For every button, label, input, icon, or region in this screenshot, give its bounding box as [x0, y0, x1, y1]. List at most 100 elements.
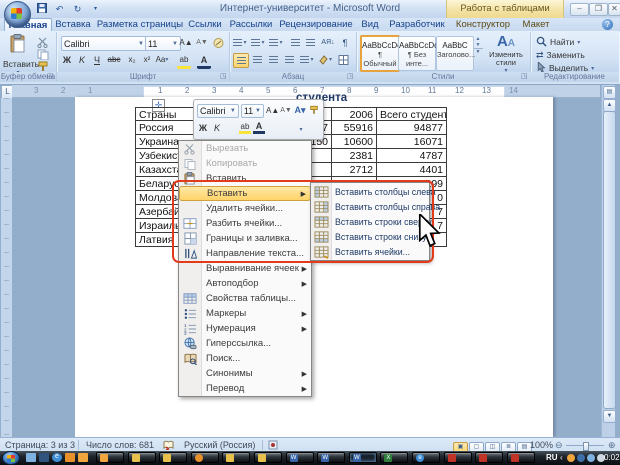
tab-5[interactable]: Рассылки	[226, 18, 276, 31]
taskbar-button-4[interactable]	[191, 452, 219, 463]
mini-font-color-button[interactable]: А	[253, 121, 265, 134]
taskbar-button-1[interactable]	[96, 452, 124, 463]
mini-highlight-button[interactable]: ab	[239, 122, 251, 134]
mini-format-painter-button[interactable]	[308, 105, 320, 117]
zoom-slider-thumb[interactable]	[583, 442, 589, 451]
increase-indent-button[interactable]	[303, 36, 317, 49]
style-preview-3[interactable]: AaBbCЗаголово...	[436, 36, 474, 71]
vertical-scrollbar[interactable]: ▤ ▲ ▼	[601, 85, 615, 437]
context-menu-item-1[interactable]: Вырезать	[179, 141, 311, 156]
taskbar-button-8[interactable]: W	[317, 452, 345, 463]
multilevel-list-button[interactable]: ▾	[269, 36, 283, 49]
tab-6[interactable]: Рецензирование	[276, 18, 356, 31]
quicklaunch-show-desktop-icon[interactable]	[26, 453, 36, 462]
context-menu-item-9[interactable]: Выравнивание ячеек▶	[179, 261, 311, 276]
strikethrough-button[interactable]: abc	[107, 53, 121, 66]
taskbar-button-12[interactable]	[444, 452, 472, 463]
tab-2[interactable]: Вставка	[50, 18, 96, 31]
close-button[interactable]: ✕	[608, 3, 620, 16]
context-menu-item-13[interactable]: 123Нумерация▶	[179, 321, 311, 336]
align-center-button[interactable]	[250, 53, 264, 66]
align-left-button[interactable]	[233, 53, 249, 68]
underline-button[interactable]: Ч	[90, 53, 104, 66]
tab-10[interactable]: Макет	[516, 18, 556, 31]
sort-button[interactable]: АЯ↓	[321, 36, 335, 49]
clipboard-dialog-launcher-icon[interactable]: ◳	[47, 73, 55, 81]
clear-formatting-button[interactable]	[211, 36, 225, 49]
taskbar-button-6[interactable]	[254, 452, 282, 463]
taskbar-button-7[interactable]: W	[286, 452, 314, 463]
line-spacing-button[interactable]: ▾	[300, 53, 314, 66]
taskbar-button-13[interactable]	[475, 452, 503, 463]
style-preview-1[interactable]: AaBbCcDc¶ Обычный	[360, 35, 400, 72]
tab-8[interactable]: Разработчик	[384, 18, 450, 31]
borders-button[interactable]	[336, 53, 350, 66]
taskbar-button-10[interactable]: X	[380, 452, 408, 463]
table-cell[interactable]: 10600	[332, 135, 377, 149]
taskbar-button-9-active[interactable]: W	[349, 452, 377, 463]
quicklaunch-window-switcher-icon[interactable]	[39, 453, 49, 462]
mini-font-name-combo[interactable]: Calibri▼	[197, 104, 239, 118]
tab-3[interactable]: Разметка страницы	[96, 18, 184, 31]
decrease-indent-button[interactable]	[288, 36, 302, 49]
mini-bullets-button[interactable]: ▾	[295, 123, 307, 133]
superscript-button[interactable]: x²	[140, 53, 154, 66]
font-dialog-launcher-icon[interactable]: ◳	[220, 73, 228, 81]
tray-language[interactable]: RU	[546, 453, 558, 462]
table-cell[interactable]: 4401	[377, 163, 447, 177]
table-cell[interactable]: 16071	[377, 135, 447, 149]
mini-italic-button[interactable]: K	[211, 123, 223, 133]
mini-bold-button[interactable]: Ж	[197, 123, 209, 133]
start-button[interactable]	[2, 451, 20, 465]
save-button[interactable]	[34, 3, 49, 15]
ruler-toggle-icon[interactable]: ▤	[603, 86, 616, 99]
scroll-down-icon[interactable]: ▼	[603, 410, 616, 423]
table-cell[interactable]: 94877	[377, 121, 447, 135]
help-icon[interactable]: ?	[602, 19, 613, 30]
mini-font-size-combo[interactable]: 11▼	[241, 104, 264, 118]
subscript-button[interactable]: x₂	[125, 53, 139, 66]
paragraph-dialog-launcher-icon[interactable]: ◳	[347, 73, 355, 81]
language-indicator[interactable]: Русский (Россия)	[184, 440, 255, 450]
table-cell[interactable]: 2006	[332, 107, 377, 121]
font-size-combo[interactable]: 11▼	[145, 36, 181, 51]
qat-customize-button[interactable]: ▾	[88, 3, 103, 15]
context-menu-item-16[interactable]: Синонимы▶	[179, 366, 311, 381]
shrink-font-button[interactable]: А▼	[195, 36, 209, 49]
paste-button[interactable]: Вставить ▾	[3, 34, 33, 72]
font-color-button[interactable]: А	[197, 53, 211, 69]
quicklaunch-media-player-icon[interactable]	[65, 453, 75, 462]
mini-shrink-font-button[interactable]: А▼	[280, 107, 292, 114]
page-indicator[interactable]: Страница: 3 из 3	[5, 440, 75, 450]
table-cell[interactable]: 4787	[377, 149, 447, 163]
context-menu-item-10[interactable]: Автоподбор▶	[179, 276, 311, 291]
vertical-ruler[interactable]	[1, 98, 12, 437]
mini-styles-button[interactable]: A▾	[294, 105, 306, 116]
undo-button[interactable]: ↶	[52, 3, 67, 15]
tab-9[interactable]: Конструктор	[450, 18, 516, 31]
style-preview-2[interactable]: AaBbCcDc¶ Без инте...	[398, 36, 436, 71]
find-button[interactable]: Найти▾	[536, 36, 580, 48]
tray-chevron-icon[interactable]: ‹	[560, 453, 563, 462]
tray-network-icon[interactable]	[587, 454, 595, 462]
context-menu-item-14[interactable]: Гиперссылка...	[179, 336, 311, 351]
tab-7[interactable]: Вид	[356, 18, 384, 31]
numbering-button[interactable]: ▾	[251, 36, 265, 49]
redo-button[interactable]: ↻	[70, 3, 85, 15]
align-right-button[interactable]	[266, 53, 280, 66]
table-cell[interactable]: 2381	[332, 149, 377, 163]
zoom-out-icon[interactable]: ⊖	[555, 440, 563, 451]
taskbar-button-14[interactable]	[507, 452, 535, 463]
styles-dialog-launcher-icon[interactable]: ◳	[521, 73, 529, 81]
tray-bluetooth-icon[interactable]	[577, 454, 585, 462]
scrollbar-thumb[interactable]	[603, 111, 616, 409]
replace-button[interactable]: ⇄Заменить	[536, 49, 585, 61]
bullets-button[interactable]: ▾	[233, 36, 247, 49]
context-menu-item-12[interactable]: Маркеры▶	[179, 306, 311, 321]
context-menu-item-15[interactable]: Поиск...	[179, 351, 311, 366]
taskbar-button-3[interactable]	[159, 452, 187, 463]
table-cell[interactable]: 55916	[332, 121, 377, 135]
taskbar-button-5[interactable]	[222, 452, 250, 463]
tray-messenger-icon[interactable]	[567, 454, 575, 462]
quicklaunch-messenger-icon[interactable]	[78, 453, 88, 462]
